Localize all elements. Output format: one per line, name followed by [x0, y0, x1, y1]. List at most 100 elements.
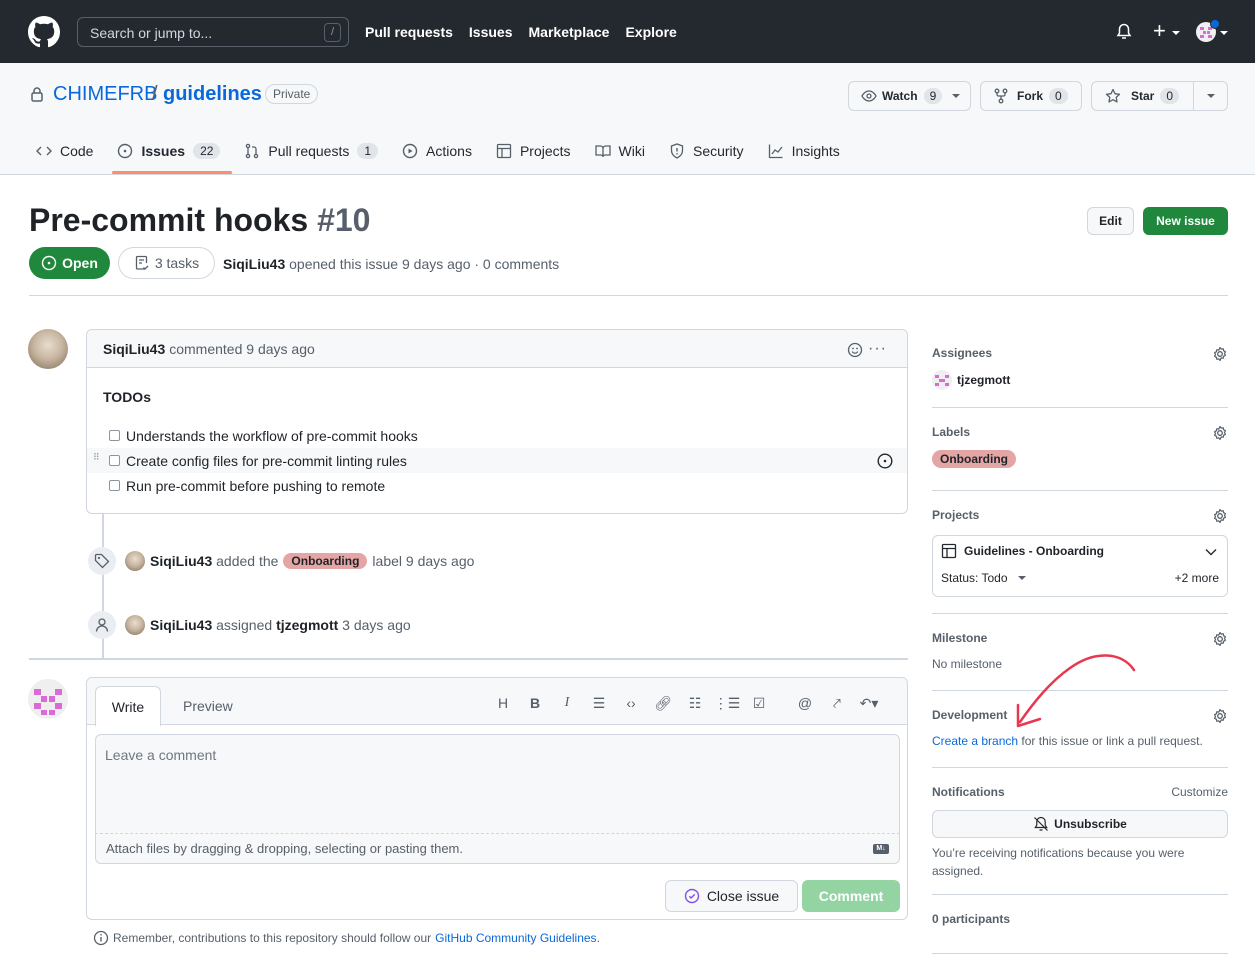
customize-link[interactable]: Customize [1171, 785, 1228, 799]
chevron-down-icon[interactable] [1205, 548, 1217, 556]
task-text: Run pre-commit before pushing to remote [126, 477, 386, 494]
issue-author[interactable]: SiqiLiu43 [223, 256, 285, 272]
tab-insights[interactable]: Insights [768, 139, 840, 163]
task-checkbox[interactable] [109, 430, 120, 441]
eye-icon [861, 90, 877, 102]
new-issue-button[interactable]: New issue [1143, 207, 1228, 235]
bold-icon[interactable]: B [519, 693, 551, 713]
tab-wiki[interactable]: Wiki [594, 139, 645, 163]
gear-icon[interactable] [1212, 346, 1228, 362]
drag-handle-icon[interactable]: ⠿ [93, 453, 100, 462]
watch-button[interactable]: Watch 9 [848, 81, 971, 111]
comment-textarea[interactable]: Leave a comment [95, 734, 900, 834]
link-icon[interactable]: 🔗︎ [647, 693, 679, 713]
create-branch-link[interactable]: Create a branch [932, 734, 1018, 748]
projects-heading[interactable]: Projects [932, 508, 979, 522]
project-name[interactable]: Guidelines - Onboarding [964, 544, 1104, 558]
gear-icon[interactable] [1212, 631, 1228, 647]
task-checkbox[interactable] [109, 455, 120, 466]
tab-write[interactable]: Write [95, 686, 161, 726]
comment-author[interactable]: SiqiLiu43 [103, 341, 165, 357]
repo-name-link[interactable]: guidelines [163, 83, 262, 106]
gear-icon[interactable] [1212, 508, 1228, 524]
tab-preview[interactable]: Preview [183, 698, 233, 714]
assignee-item[interactable]: tjzegmott [932, 370, 1010, 390]
add-reaction-icon[interactable] [847, 342, 863, 358]
edit-title-button[interactable]: Edit [1087, 207, 1134, 235]
check-circle-icon [684, 888, 700, 904]
milestone-heading[interactable]: Milestone [932, 631, 987, 645]
label-badge[interactable]: Onboarding [932, 450, 1016, 468]
tab-projects[interactable]: Projects [496, 139, 571, 163]
create-new-caret-icon[interactable] [1172, 31, 1180, 35]
comment-author-avatar[interactable] [28, 329, 68, 369]
star-list-caret-icon[interactable] [1207, 94, 1215, 98]
nav-explore[interactable]: Explore [625, 24, 676, 40]
markdown-icon[interactable]: M↓ [873, 844, 889, 854]
table-icon [496, 143, 512, 159]
watch-count: 9 [923, 88, 943, 104]
project-more-fields[interactable]: +2 more [1175, 571, 1219, 585]
kebab-menu-icon[interactable]: ··· [868, 340, 887, 358]
user-menu-caret-icon[interactable] [1220, 31, 1228, 35]
global-header: Search or jump to... / Pull requests Iss… [0, 0, 1255, 63]
convert-to-issue-icon[interactable] [877, 453, 893, 469]
heading-icon[interactable]: H [487, 693, 519, 713]
tab-code[interactable]: Code [36, 139, 93, 163]
sidebar-labels: Labels [932, 425, 1228, 445]
issue-state-badge: Open [29, 247, 110, 279]
star-divider [1193, 82, 1194, 110]
repo-owner-link[interactable]: CHIMEFRB [53, 83, 157, 106]
code-icon[interactable]: ‹› [615, 693, 647, 713]
gear-icon[interactable] [1212, 425, 1228, 441]
nav-issues[interactable]: Issues [469, 24, 513, 40]
tab-pull-requests[interactable]: Pull requests 1 [244, 139, 379, 163]
current-user-avatar[interactable] [28, 679, 68, 719]
shield-icon [670, 143, 684, 159]
close-issue-button[interactable]: Close issue [665, 880, 798, 912]
timeline-text: added the [216, 553, 279, 569]
ordered-list-icon[interactable]: ⋮☰ [711, 693, 743, 713]
nav-pull-requests[interactable]: Pull requests [365, 24, 453, 40]
tab-security[interactable]: Security [669, 139, 744, 163]
comment-submit-button[interactable]: Comment [802, 880, 900, 912]
task-checkbox[interactable] [109, 480, 120, 491]
person-icon [88, 611, 116, 639]
cross-reference-icon[interactable]: ⤤ [821, 693, 853, 713]
italic-icon[interactable]: I [551, 693, 583, 713]
nav-marketplace[interactable]: Marketplace [529, 24, 610, 40]
saved-replies-icon[interactable]: ↶▾ [853, 693, 885, 713]
actor-avatar[interactable] [125, 615, 145, 635]
bell-icon[interactable] [1116, 23, 1132, 41]
community-guidelines-note: Remember, contributions to this reposito… [93, 930, 600, 946]
quote-icon[interactable]: ☰ [583, 693, 615, 713]
tab-issues[interactable]: Issues 22 [117, 139, 221, 163]
star-button[interactable]: Star 0 [1091, 81, 1228, 111]
gear-icon[interactable] [1212, 708, 1228, 724]
development-heading[interactable]: Development [932, 708, 1007, 722]
timeline-target[interactable]: tjzegmott [276, 617, 338, 633]
unsubscribe-button[interactable]: Unsubscribe [932, 810, 1228, 838]
tab-actions[interactable]: Actions [402, 139, 472, 163]
fork-button[interactable]: Fork 0 [980, 81, 1082, 111]
project-status-dropdown[interactable]: Status: Todo [941, 571, 1026, 585]
unordered-list-icon[interactable]: ☷ [679, 693, 711, 713]
mention-icon[interactable]: @ [789, 693, 821, 713]
task-list-icon[interactable]: ☑ [743, 693, 775, 713]
tasks-badge[interactable]: 3 tasks [118, 247, 215, 279]
tab-pull-requests-count: 1 [357, 143, 379, 159]
tab-issues-label: Issues [141, 143, 186, 159]
create-new-icon[interactable]: + [1153, 20, 1166, 42]
search-input[interactable]: Search or jump to... / [77, 17, 349, 47]
assignees-heading[interactable]: Assignees [932, 346, 992, 360]
label-badge[interactable]: Onboarding [283, 553, 368, 569]
actor-avatar[interactable] [125, 551, 145, 571]
labels-heading[interactable]: Labels [932, 425, 970, 439]
file-attachment-area[interactable]: Attach files by dragging & dropping, sel… [95, 834, 900, 864]
issue-comment: SiqiLiu43 commented 9 days ago ··· TODOs… [86, 329, 908, 514]
community-guidelines-link[interactable]: GitHub Community Guidelines [435, 931, 596, 945]
github-logo-icon[interactable] [28, 16, 60, 48]
timeline-actor[interactable]: SiqiLiu43 [150, 617, 212, 633]
issue-title: Pre-commit hooks #10 [29, 202, 370, 239]
timeline-actor[interactable]: SiqiLiu43 [150, 553, 212, 569]
